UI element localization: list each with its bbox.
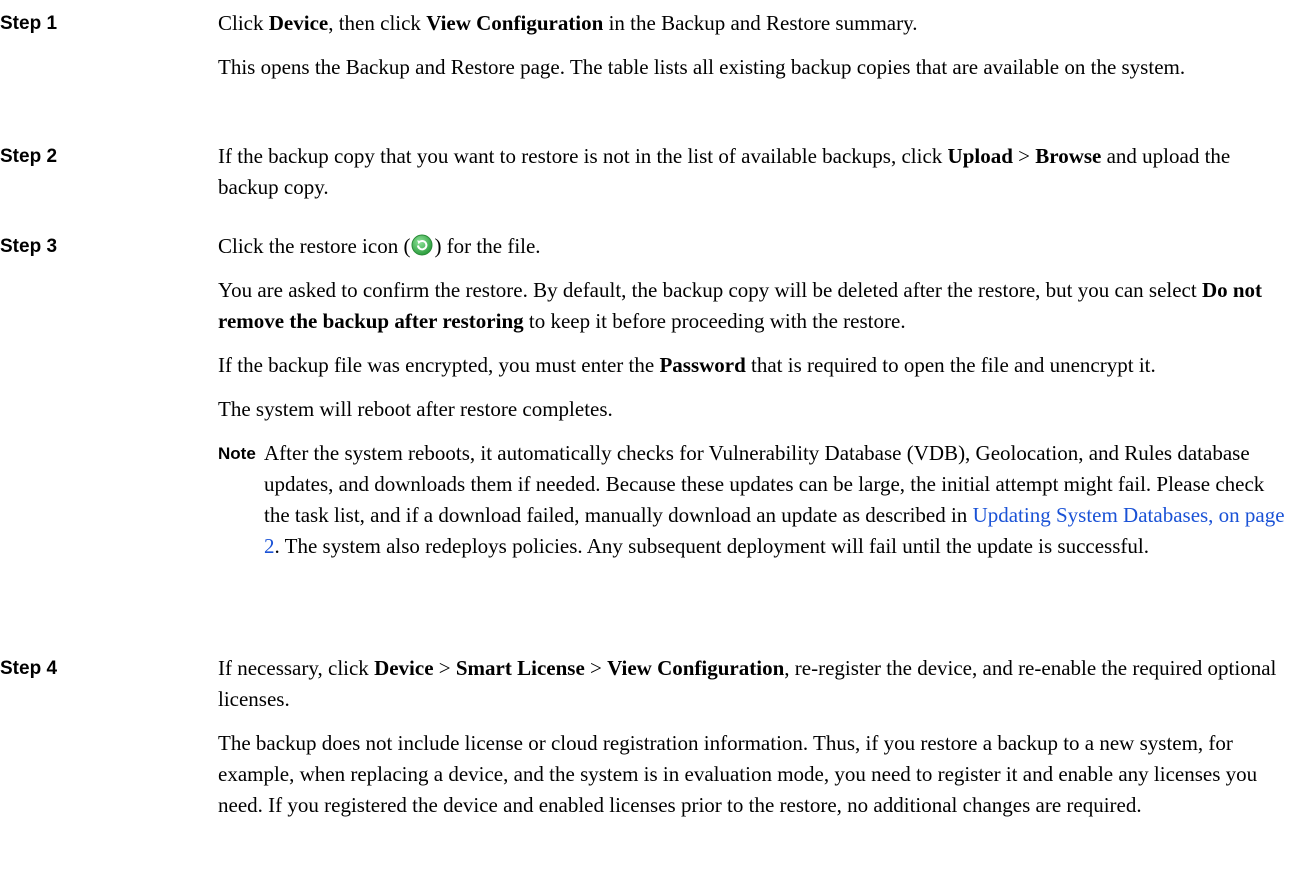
step-3: Step 3 Click the restore icon () for the… (0, 231, 1305, 562)
ui-term-browse: Browse (1035, 144, 1102, 168)
step-4-explanation: The backup does not include license or c… (218, 731, 1258, 817)
ui-term-upload: Upload (947, 144, 1013, 168)
note-text: After the system reboots, it automatical… (264, 441, 1285, 558)
note-label: Note (218, 444, 256, 463)
step-4-label: Step 4 (0, 658, 58, 679)
ui-term-device: Device (374, 656, 434, 680)
ui-term-device: Device (268, 11, 329, 35)
restore-icon (411, 234, 433, 256)
step-4: Step 4 If necessary, click Device > Smar… (0, 653, 1305, 834)
step-4-instruction: If necessary, click Device > Smart Licen… (218, 656, 1277, 711)
step-1-instruction: Click Device, then click View Configurat… (218, 11, 918, 35)
step-3-instruction: Click the restore icon () for the file. (218, 234, 541, 258)
step-2: Step 2 If the backup copy that you want … (0, 141, 1305, 216)
ui-term-password: Password (659, 353, 746, 377)
ui-term-smart-license: Smart License (455, 656, 585, 680)
step-3-confirm: You are asked to confirm the restore. By… (218, 278, 1263, 333)
step-2-instruction: If the backup copy that you want to rest… (218, 144, 1231, 199)
step-1: Step 1 Click Device, then click View Con… (0, 8, 1305, 96)
step-1-result: This opens the Backup and Restore page. … (218, 55, 1186, 79)
step-2-label: Step 2 (0, 146, 58, 167)
step-1-label: Step 1 (0, 13, 58, 34)
step-3-label: Step 3 (0, 236, 58, 257)
step-3-password: If the backup file was encrypted, you mu… (218, 353, 1156, 377)
note-block: Note After the system reboots, it automa… (218, 438, 1293, 562)
step-3-reboot: The system will reboot after restore com… (218, 397, 613, 421)
ui-term-view-configuration: View Configuration (607, 656, 785, 680)
ui-term-view-configuration: View Configuration (426, 11, 604, 35)
